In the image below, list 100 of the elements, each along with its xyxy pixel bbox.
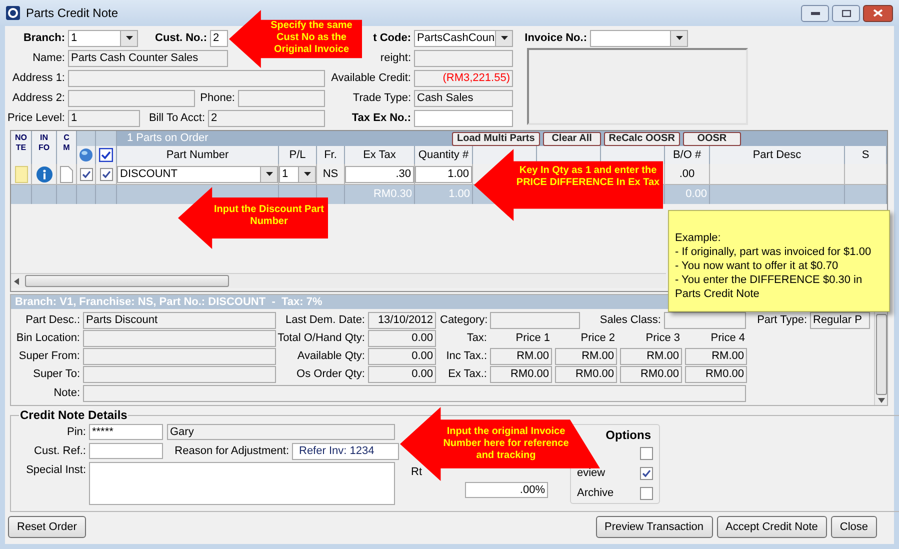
text-field[interactable]: 0.00 xyxy=(368,330,436,347)
callout-text: Input the Discount Part Number xyxy=(214,204,324,228)
text-field[interactable] xyxy=(83,348,276,365)
field-label: Part Desc.: xyxy=(24,313,81,328)
document-icon[interactable] xyxy=(60,166,73,182)
button[interactable]: Close xyxy=(830,516,877,538)
down-arrow-icon[interactable] xyxy=(878,398,884,403)
text-field[interactable]: Cash Sales xyxy=(414,90,513,106)
field-label: Inc Tax.: xyxy=(445,349,488,364)
text-field[interactable]: RM.00 xyxy=(685,348,747,365)
grid-button[interactable]: OOSR xyxy=(682,132,741,146)
combo-box[interactable]: 1 xyxy=(279,166,316,182)
field-label: reight: xyxy=(379,50,412,66)
text-field[interactable]: 13/10/2012 xyxy=(368,312,436,329)
note-icon[interactable] xyxy=(14,166,28,182)
field-label: Invoice No.: xyxy=(524,30,588,46)
grid-button[interactable]: Load Multi Parts xyxy=(452,132,540,146)
field-label: Trade Type: xyxy=(352,90,412,106)
field-label: Tax: xyxy=(466,331,488,346)
group-title: Options xyxy=(606,427,651,444)
close-button[interactable] xyxy=(863,4,893,22)
text-field[interactable] xyxy=(68,90,195,106)
field-label: Available Credit: xyxy=(330,70,412,86)
checkbox-icon[interactable] xyxy=(99,148,113,162)
input-field[interactable]: .30 xyxy=(345,166,414,182)
text-field[interactable]: RM.00 xyxy=(490,348,552,365)
text-field[interactable] xyxy=(68,70,325,86)
combo-box[interactable] xyxy=(590,30,688,46)
text-field[interactable]: 1 xyxy=(68,110,140,126)
text-field[interactable]: Gary xyxy=(167,424,395,440)
text-field[interactable]: RM.00 xyxy=(555,348,617,365)
column-header: Price 4 xyxy=(710,331,746,346)
text-field[interactable] xyxy=(83,384,746,402)
field-label: Rt xyxy=(411,465,423,480)
group-title: Credit Note Details xyxy=(19,407,128,424)
button[interactable]: Reset Order xyxy=(8,516,86,538)
detail-title: Branch: V1, Franchise: NS, Part No.: DISCOUNT - Tax: 7% xyxy=(15,294,322,310)
vertical-scrollbar[interactable] xyxy=(874,312,887,405)
input-field[interactable]: .00% xyxy=(465,482,548,498)
grid-button[interactable]: Clear All xyxy=(542,132,601,146)
field-label: Ex Tax.: xyxy=(447,367,488,382)
left-arrow-icon[interactable] xyxy=(14,278,19,284)
text-field[interactable] xyxy=(83,330,276,347)
window-title: Parts Credit Note xyxy=(26,5,118,22)
checkbox[interactable] xyxy=(640,486,653,500)
text-field[interactable]: RM0.00 xyxy=(555,366,617,383)
maximize-icon xyxy=(842,10,850,16)
column-header: Quantity # xyxy=(418,148,469,163)
text-field[interactable] xyxy=(490,312,580,329)
field-label: Reason for Adjustment: xyxy=(174,444,290,459)
combo-box[interactable]: 1 xyxy=(68,30,138,46)
grid-button[interactable]: ReCalc OOSR xyxy=(604,132,680,146)
text-field[interactable]: (RM3,221.55) xyxy=(414,70,513,86)
globe-icon[interactable] xyxy=(79,148,93,162)
text-field[interactable]: 0.00 xyxy=(368,366,436,383)
field-label: Super From: xyxy=(18,349,81,364)
text-field[interactable]: 2 xyxy=(208,110,325,126)
checkbox[interactable] xyxy=(100,168,112,180)
column-header: Part Desc xyxy=(752,148,802,163)
text-field[interactable] xyxy=(83,366,276,383)
text-field[interactable]: RM.00 xyxy=(620,348,682,365)
text-field[interactable]: Parts Discount xyxy=(83,312,276,329)
text-area[interactable] xyxy=(89,462,395,505)
field-label: Bin Location: xyxy=(15,331,81,346)
scrollbar-thumb[interactable] xyxy=(25,275,229,287)
field-label: Note: xyxy=(52,386,81,401)
text-field[interactable]: RM0.00 xyxy=(685,366,747,383)
checkbox[interactable] xyxy=(640,467,653,480)
caret-icon xyxy=(676,36,682,40)
field-label: Available Qty: xyxy=(296,349,366,364)
button[interactable]: Accept Credit Note xyxy=(716,516,827,538)
text-field[interactable] xyxy=(414,50,513,66)
text-field[interactable]: Regular P xyxy=(810,312,870,329)
text-field[interactable]: 0.00 xyxy=(368,348,436,365)
text-field[interactable] xyxy=(664,312,746,329)
maximize-button[interactable] xyxy=(832,4,860,22)
input-field[interactable] xyxy=(414,110,513,126)
column-header: P/L xyxy=(289,148,306,163)
minimize-button[interactable] xyxy=(801,4,829,22)
field-label: Cust. No.: xyxy=(154,30,208,46)
combo-box[interactable]: PartsCashCoun: xyxy=(414,30,513,46)
text-field[interactable]: RM0.00 xyxy=(620,366,682,383)
input-field[interactable]: 1.00 xyxy=(415,166,472,182)
button[interactable]: Preview Transaction xyxy=(596,516,713,538)
horizontal-scrollbar[interactable] xyxy=(11,273,666,288)
password-field[interactable]: ***** xyxy=(89,424,163,440)
field-label: Tax Ex No.: xyxy=(350,110,412,126)
checkbox[interactable] xyxy=(80,168,92,180)
text-field[interactable]: Parts Cash Counter Sales xyxy=(68,50,228,66)
table-cell-text: NS xyxy=(322,166,338,182)
field-label: Address 2: xyxy=(11,90,66,106)
combo-box[interactable]: DISCOUNT xyxy=(117,166,278,182)
input-field[interactable]: 2 xyxy=(210,30,228,46)
input-field[interactable] xyxy=(89,443,163,459)
info-icon[interactable] xyxy=(36,166,52,182)
scrollbar-thumb[interactable] xyxy=(876,314,886,395)
text-field[interactable]: RM0.00 xyxy=(490,366,552,383)
column-header: S xyxy=(862,148,870,163)
text-field[interactable] xyxy=(238,90,325,106)
checkbox[interactable] xyxy=(640,447,653,460)
